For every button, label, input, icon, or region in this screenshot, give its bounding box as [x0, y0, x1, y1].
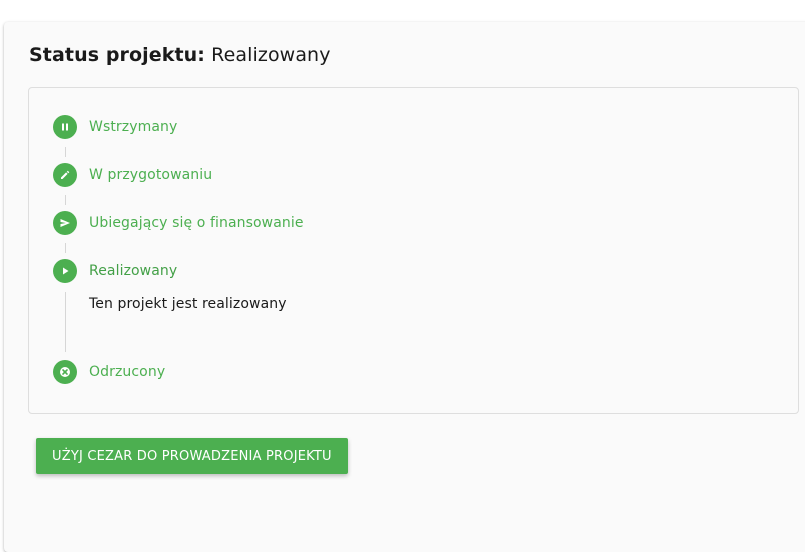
step-odrzucony[interactable]: Odrzucony [53, 360, 165, 384]
status-stepper: Wstrzymany W przygotowaniu Ubiegający si… [28, 87, 799, 414]
step-label: Wstrzymany [89, 119, 178, 135]
step-connector [65, 147, 66, 157]
step-wstrzymany[interactable]: Wstrzymany [53, 115, 177, 139]
use-cezar-button[interactable]: UŻYJ CEZAR DO PROWADZENIA PROJEKTU [36, 438, 348, 474]
step-connector [65, 292, 66, 352]
step-label: Odrzucony [89, 364, 166, 380]
step-description: Ten projekt jest realizowany [89, 296, 287, 312]
step-label: Realizowany [89, 263, 178, 279]
step-connector [65, 195, 66, 205]
step-w-przygotowaniu[interactable]: W przygotowaniu [53, 163, 212, 187]
step-connector [65, 243, 66, 253]
close-circle-icon [53, 360, 77, 384]
step-label: Ubiegający się o finansowanie [89, 215, 304, 231]
title-value: Realizowany [211, 44, 331, 66]
send-icon [53, 211, 77, 235]
pencil-icon [53, 163, 77, 187]
page-title: Status projektu: Realizowany [29, 42, 331, 68]
step-label: W przygotowaniu [89, 167, 213, 183]
project-status-card: Status projektu: Realizowany Wstrzymany [4, 22, 805, 552]
step-ubiegajacy-sie-o-finansowanie[interactable]: Ubiegający się o finansowanie [53, 211, 304, 235]
pause-icon [53, 115, 77, 139]
title-label: Status projektu: [29, 44, 205, 66]
play-icon [53, 259, 77, 283]
step-realizowany[interactable]: Realizowany [53, 259, 177, 283]
